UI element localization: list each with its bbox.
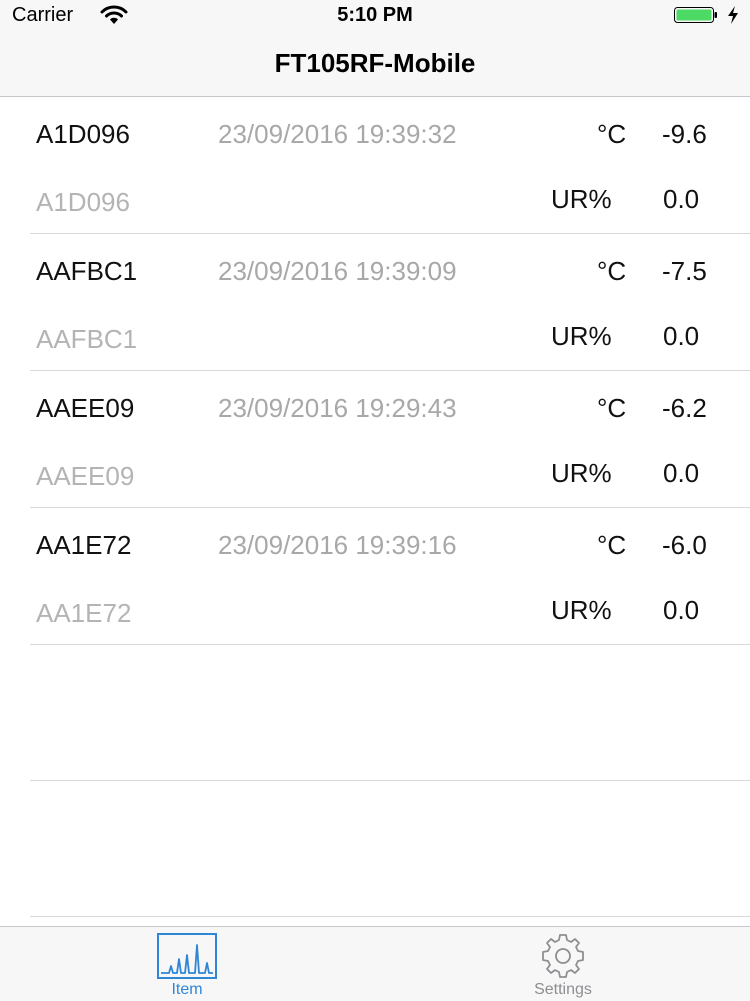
humidity-value: 0.0 (663, 184, 700, 214)
humidity-unit: UR% (551, 321, 612, 351)
sensor-sub-id: AAFBC1 (36, 324, 138, 354)
sensor-id: AAFBC1 (36, 256, 138, 286)
sensor-row[interactable]: A1D096 23/09/2016 19:39:32 °C -9.6 A1D09… (30, 97, 750, 234)
temperature-value: -6.2 (662, 393, 707, 423)
navigation-bar: FT105RF-Mobile (0, 30, 750, 97)
sensor-timestamp: 23/09/2016 19:39:09 (218, 256, 457, 286)
temperature-unit: °C (597, 530, 627, 560)
temperature-unit: °C (597, 393, 627, 423)
tab-item-label: Item (171, 981, 203, 998)
humidity-value: 0.0 (663, 321, 700, 351)
page-title: FT105RF-Mobile (274, 48, 476, 78)
sensor-id: A1D096 (36, 119, 130, 149)
humidity-unit: UR% (551, 458, 612, 488)
sensor-row[interactable]: AA1E72 23/09/2016 19:39:16 °C -6.0 AA1E7… (30, 508, 750, 645)
tab-settings-label: Settings (534, 981, 592, 998)
sensor-timestamp: 23/09/2016 19:29:43 (218, 393, 457, 423)
temperature-unit: °C (597, 256, 627, 286)
sensor-timestamp: 23/09/2016 19:39:16 (218, 530, 457, 560)
sensor-timestamp: 23/09/2016 19:39:32 (218, 119, 457, 149)
humidity-value: 0.0 (663, 458, 700, 488)
empty-row (30, 781, 750, 917)
humidity-unit: UR% (551, 595, 612, 625)
humidity-value: 0.0 (663, 595, 700, 625)
sensor-id: AAEE09 (36, 393, 135, 423)
tab-settings[interactable]: Settings (483, 927, 643, 1001)
temperature-value: -7.5 (662, 256, 707, 286)
sensor-sub-id: AA1E72 (36, 598, 132, 628)
chart-icon (157, 933, 217, 979)
gear-icon (542, 934, 584, 978)
status-time: 5:10 PM (337, 4, 413, 26)
charging-bolt-icon (728, 6, 738, 24)
tab-item[interactable]: Item (107, 927, 267, 1001)
sensor-id: AA1E72 (36, 530, 132, 560)
humidity-unit: UR% (551, 184, 612, 214)
tab-bar: Item Settings (0, 926, 750, 1001)
sensor-sub-id: A1D096 (36, 187, 130, 217)
sensor-row[interactable]: AAFBC1 23/09/2016 19:39:09 °C -7.5 AAFBC… (30, 234, 750, 371)
sensor-sub-id: AAEE09 (36, 461, 135, 491)
empty-row (30, 645, 750, 781)
status-bar: Carrier 5:10 PM (0, 0, 750, 30)
temperature-value: -9.6 (662, 119, 707, 149)
sensor-list: A1D096 23/09/2016 19:39:32 °C -9.6 A1D09… (0, 97, 750, 917)
sensor-row[interactable]: AAEE09 23/09/2016 19:29:43 °C -6.2 AAEE0… (30, 371, 750, 508)
temperature-value: -6.0 (662, 530, 707, 560)
battery-icon (674, 7, 717, 23)
temperature-unit: °C (597, 119, 627, 149)
